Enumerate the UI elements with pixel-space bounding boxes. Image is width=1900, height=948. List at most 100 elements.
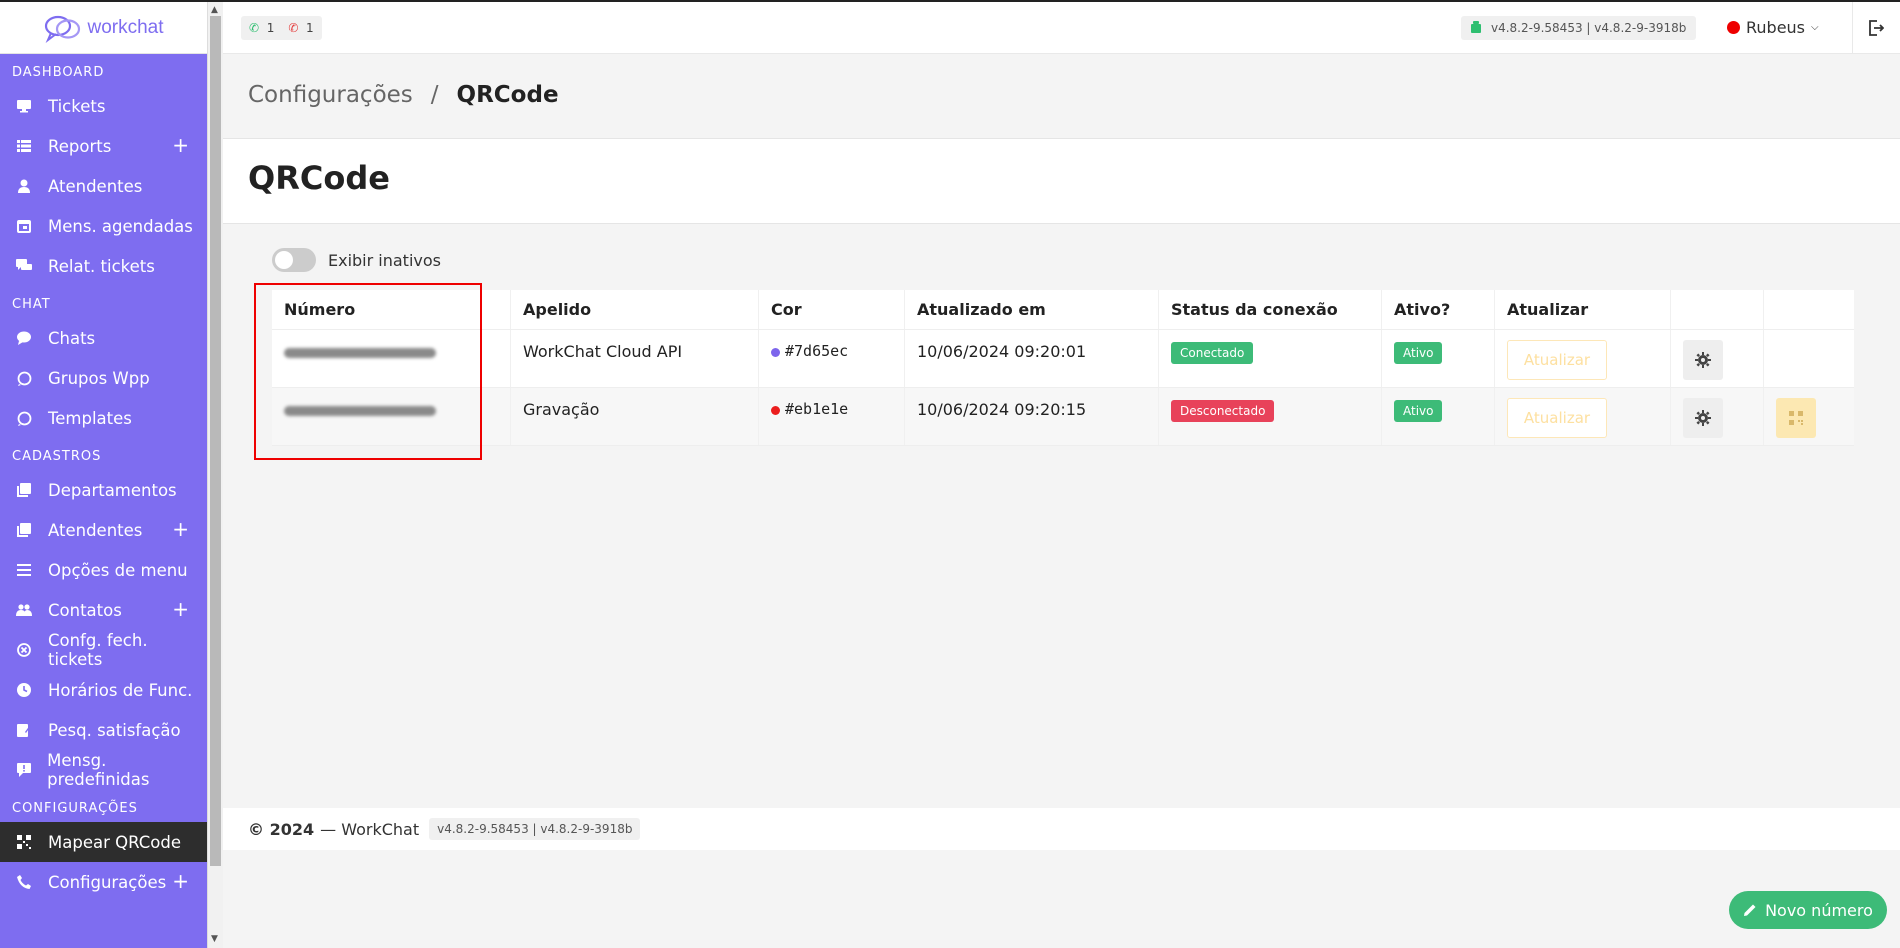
settings-button[interactable]: [1683, 340, 1723, 380]
logo[interactable]: workchat: [0, 2, 207, 54]
sidebar-item-label: Mensg. predefinidas: [47, 751, 150, 789]
toggle-label: Exibir inativos: [328, 250, 441, 270]
color-hex: #7d65ec: [785, 342, 849, 360]
cell-ativo: Ativo: [1382, 388, 1495, 445]
sidebar-item-chats[interactable]: Chats: [0, 318, 207, 358]
sidebar-item-label: Chats: [48, 328, 96, 348]
col-ativo: Ativo?: [1382, 290, 1495, 329]
breadcrumb: Configurações / QRCode: [248, 82, 559, 108]
sidebar-item-mens-agendadas[interactable]: Mens. agendadas: [0, 206, 207, 246]
scrollbar-thumb[interactable]: [210, 16, 221, 866]
footer-version: v4.8.2-9.58453 | v4.8.2-9-3918b: [429, 818, 641, 840]
sidebar-item-label: Atendentes: [48, 520, 143, 540]
version-text: v4.8.2-9.58453 | v4.8.2-9-3918b: [1491, 21, 1687, 35]
section-dashboard: DASHBOARD: [12, 65, 105, 80]
logout-icon[interactable]: [1868, 20, 1884, 36]
sidebar-item-confg-fech-tickets[interactable]: Confg. fech. tickets: [0, 630, 207, 670]
new-number-button[interactable]: Novo número: [1729, 891, 1887, 929]
expand-plus-icon[interactable]: +: [172, 871, 189, 891]
title-area: QRCode: [223, 139, 1900, 224]
col-actions: [1671, 290, 1764, 329]
sidebar-scrollbar[interactable]: ▲ ▼: [207, 2, 223, 948]
sidebar-item-label: Templates: [48, 408, 132, 428]
expand-plus-icon[interactable]: +: [172, 135, 189, 155]
call-counters[interactable]: ✆ 1 ✆ 1: [241, 16, 322, 40]
user-name: Rubeus: [1746, 18, 1806, 37]
footer-year: © 2024: [248, 819, 315, 839]
table-header-row: Número Apelido Cor Atualizado em Status …: [272, 290, 1854, 330]
sidebar-item-atendentes[interactable]: Atendentes: [0, 166, 207, 206]
qrcode-button[interactable]: [1776, 398, 1816, 438]
logo-text: workchat: [87, 16, 164, 38]
sidebar-item-label: Horários de Func.: [48, 680, 193, 700]
sidebar-item-departamentos[interactable]: Departamentos: [0, 470, 207, 510]
cell-apelido: WorkChat Cloud API: [511, 330, 759, 387]
section-cadastros: CADASTROS: [12, 449, 102, 464]
cell-actions: [1671, 388, 1764, 445]
active-badge: Ativo: [1394, 342, 1443, 364]
color-hex: #eb1e1e: [785, 400, 849, 418]
show-inactive-toggle[interactable]: [272, 248, 316, 272]
people-icon: [14, 600, 34, 620]
android-icon: [1471, 20, 1481, 36]
breadcrumb-separator: /: [430, 82, 439, 108]
settings-button[interactable]: [1683, 398, 1723, 438]
book-icon: [14, 520, 34, 540]
sidebar-item-label: Grupos Wpp: [48, 368, 150, 388]
atualizar-button[interactable]: Atualizar: [1507, 340, 1607, 380]
expand-plus-icon[interactable]: +: [172, 599, 189, 619]
sidebar-item-atendentes-cad[interactable]: Atendentes +: [0, 510, 207, 550]
sidebar-item-pesq-satisfacao[interactable]: Pesq. satisfação: [0, 710, 207, 750]
whatsapp-icon: [14, 408, 34, 428]
sidebar-item-reports[interactable]: Reports +: [0, 126, 207, 166]
phone-missed-icon: ✆: [288, 21, 299, 35]
col-atualizado-em: Atualizado em: [905, 290, 1159, 329]
sidebar-item-label: Pesq. satisfação: [48, 720, 181, 740]
sidebar-item-tickets[interactable]: Tickets: [0, 86, 207, 126]
sidebar-item-label: Atendentes: [48, 176, 143, 196]
sidebar-item-opcoes-menu[interactable]: Opções de menu: [0, 550, 207, 590]
cell-cor: #eb1e1e: [759, 388, 905, 445]
chat-bubble-icon: [14, 328, 34, 348]
cell-actions: [1671, 330, 1764, 387]
cell-status: Desconectado: [1159, 388, 1382, 445]
sidebar-item-configuracoes[interactable]: Configurações +: [0, 862, 207, 902]
cancel-circle-icon: [14, 640, 34, 660]
table-row: WorkChat Cloud API #7d65ec 10/06/2024 09…: [272, 330, 1854, 388]
topbar: ✆ 1 ✆ 1 v4.8.2-9.58453 | v4.8.2-9-3918b …: [223, 2, 1900, 54]
sidebar-item-mensg-predefinidas[interactable]: Mensg. predefinidas: [0, 750, 207, 790]
monitor-icon: [14, 96, 34, 116]
scroll-down-arrow-icon[interactable]: ▼: [211, 934, 218, 944]
sidebar-item-contatos[interactable]: Contatos +: [0, 590, 207, 630]
user-menu[interactable]: Rubeus ⌵: [1727, 18, 1819, 37]
col-apelido: Apelido: [511, 290, 759, 329]
status-dot-icon: [1727, 21, 1740, 34]
col-qrcode: [1764, 290, 1854, 329]
sidebar-item-mapear-qrcode[interactable]: Mapear QRCode: [0, 822, 207, 862]
sidebar-item-relat-tickets[interactable]: Relat. tickets: [0, 246, 207, 286]
cell-qrcode: [1764, 330, 1854, 387]
list-icon: [14, 136, 34, 156]
expand-plus-icon[interactable]: +: [172, 519, 189, 539]
section-chat: CHAT: [12, 297, 51, 312]
qrcode-icon: [1789, 411, 1803, 425]
footer-brand: — WorkChat: [320, 819, 420, 839]
sidebar-item-templates[interactable]: Templates: [0, 398, 207, 438]
atualizar-button[interactable]: Atualizar: [1507, 398, 1607, 438]
scroll-up-arrow-icon[interactable]: ▲: [211, 5, 218, 15]
active-badge: Ativo: [1394, 400, 1443, 422]
sidebar-item-label: Mens. agendadas: [48, 216, 193, 236]
sidebar-item-label: Relat. tickets: [48, 256, 155, 276]
cell-cor: #7d65ec: [759, 330, 905, 387]
col-status-conexao: Status da conexão: [1159, 290, 1382, 329]
whatsapp-icon: [14, 368, 34, 388]
sidebar-item-horarios-func[interactable]: Horários de Func.: [0, 670, 207, 710]
highlight-box: [254, 283, 482, 460]
cell-atualizar: Atualizar: [1495, 330, 1671, 387]
phone-incoming-icon: ✆: [249, 21, 260, 35]
topbar-divider: [1852, 2, 1853, 54]
sidebar-item-grupos-wpp[interactable]: Grupos Wpp: [0, 358, 207, 398]
breadcrumb-parent[interactable]: Configurações: [248, 82, 413, 108]
sidebar-item-label: Configurações: [48, 872, 167, 892]
person-icon: [14, 176, 34, 196]
